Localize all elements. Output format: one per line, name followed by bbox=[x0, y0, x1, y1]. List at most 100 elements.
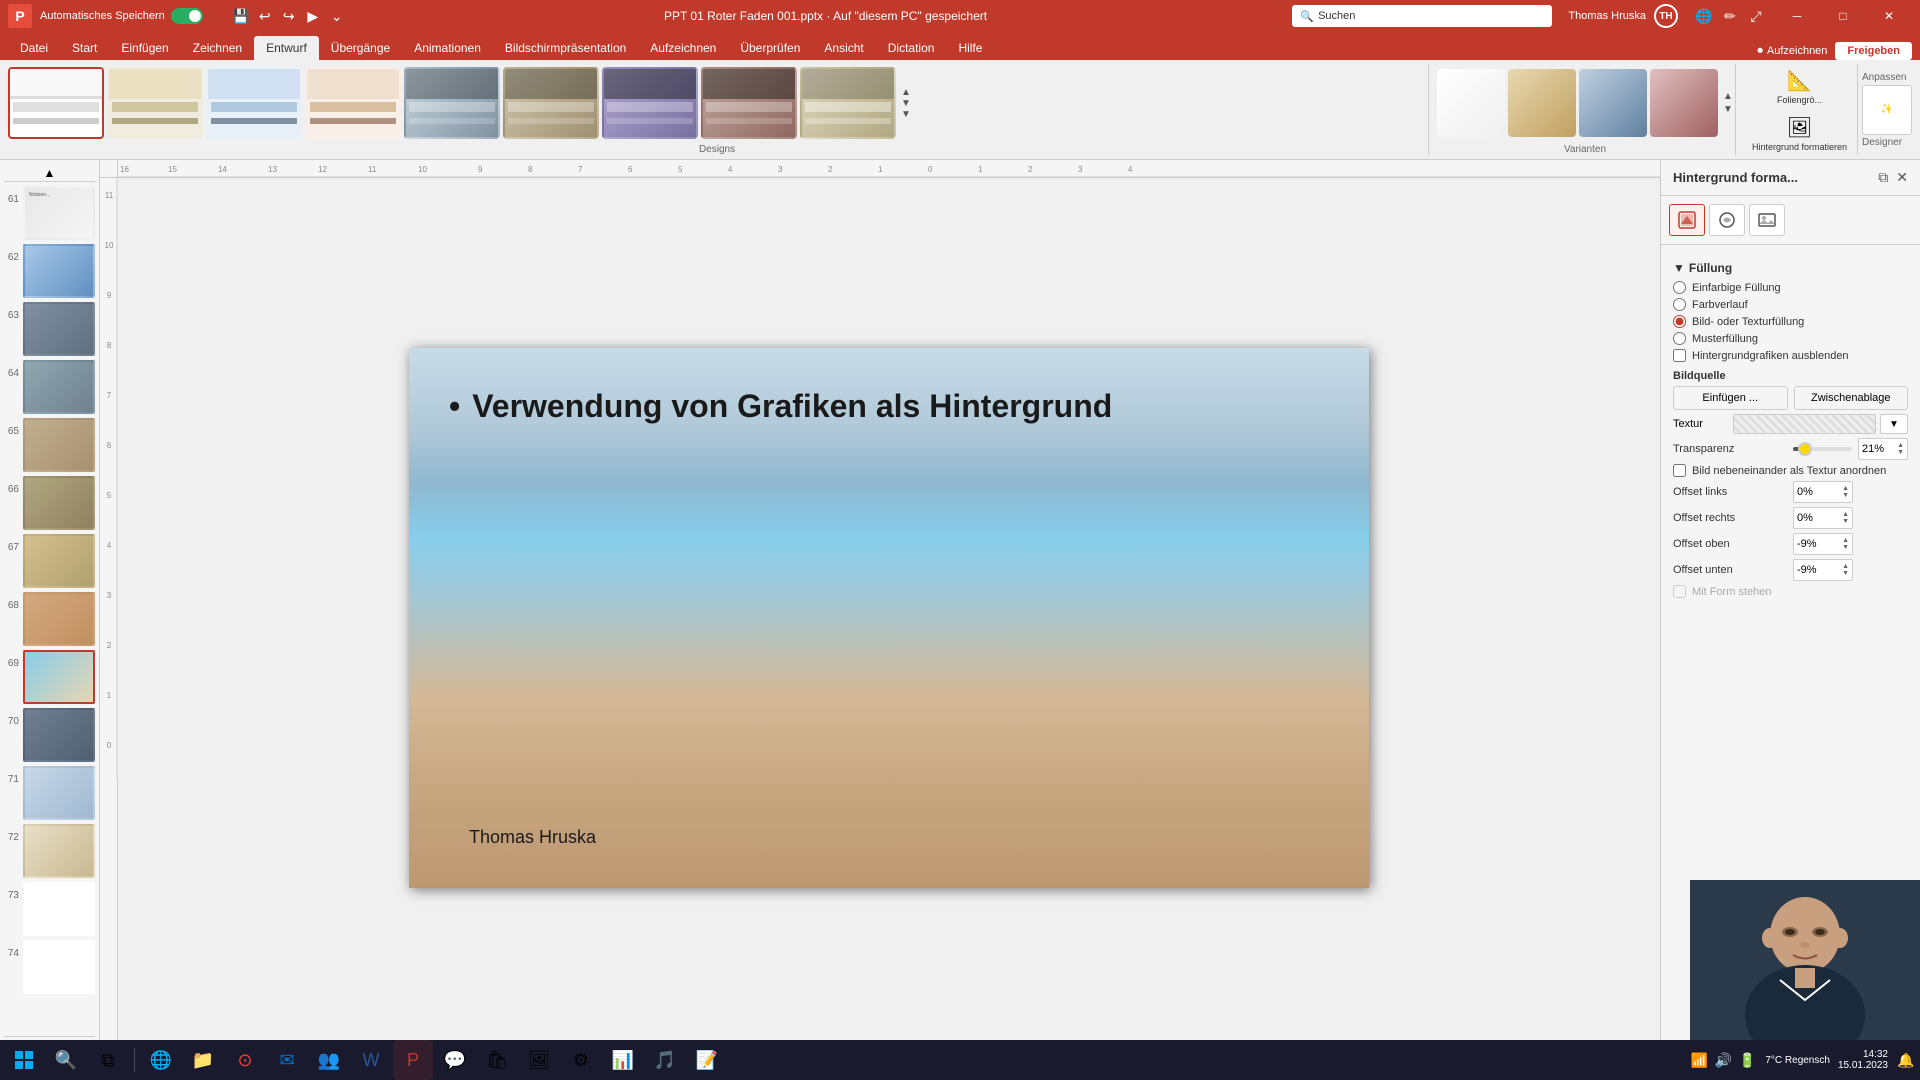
task-view-button[interactable]: ⧉ bbox=[88, 1040, 128, 1080]
fill-radio-einfarbig[interactable] bbox=[1673, 281, 1686, 294]
mit-form-row[interactable]: Mit Form stehen bbox=[1673, 585, 1908, 598]
bild-nebeneinander-check[interactable] bbox=[1673, 464, 1686, 477]
offset-rechts-value[interactable]: 0% ▲ ▼ bbox=[1793, 507, 1853, 529]
file-explorer-icon[interactable]: 📁 bbox=[183, 1040, 223, 1080]
variant-3[interactable] bbox=[1650, 69, 1718, 137]
slide-73[interactable]: 73 bbox=[4, 882, 95, 936]
store-icon[interactable]: 🛍 bbox=[477, 1040, 517, 1080]
slide-63[interactable]: 63 bbox=[4, 302, 95, 356]
tab-start[interactable]: Start bbox=[60, 36, 109, 60]
tab-ueberpruefen[interactable]: Überprüfen bbox=[728, 36, 812, 60]
picture-tab[interactable] bbox=[1749, 204, 1785, 236]
transparenz-up[interactable]: ▲ bbox=[1897, 442, 1904, 449]
outlook-icon[interactable]: ✉ bbox=[267, 1040, 307, 1080]
minimize-button[interactable]: ─ bbox=[1774, 0, 1820, 32]
slide-64[interactable]: 64 bbox=[4, 360, 95, 414]
edge-icon[interactable]: 🌐 bbox=[141, 1040, 181, 1080]
variant-2[interactable] bbox=[1579, 69, 1647, 137]
theme-8[interactable] bbox=[800, 67, 896, 139]
variant-1[interactable] bbox=[1508, 69, 1576, 137]
pen-icon[interactable]: ✏ bbox=[1720, 6, 1740, 26]
fill-option-farbverlauf[interactable]: Farbverlauf bbox=[1673, 298, 1908, 311]
close-button[interactable]: ✕ bbox=[1866, 0, 1912, 32]
slide-size-button[interactable]: 📐 Foliengrö... bbox=[1744, 64, 1855, 109]
theme-4[interactable] bbox=[404, 67, 500, 139]
fill-option-bild[interactable]: Bild- oder Texturfüllung bbox=[1673, 315, 1908, 328]
transparenz-value[interactable]: 21% ▲ ▼ bbox=[1858, 438, 1908, 460]
zwischenablage-button[interactable]: Zwischenablage bbox=[1794, 386, 1909, 410]
app2-icon[interactable]: 📊 bbox=[603, 1040, 643, 1080]
designer-button[interactable]: ✨ bbox=[1862, 85, 1912, 135]
slide-71[interactable]: 71 bbox=[4, 766, 95, 820]
tab-hilfe[interactable]: Hilfe bbox=[946, 36, 994, 60]
autosave-toggle[interactable] bbox=[171, 8, 203, 24]
slide-74[interactable]: 74 bbox=[4, 940, 95, 994]
theme-7[interactable] bbox=[701, 67, 797, 139]
transparenz-arrows[interactable]: ▲ ▼ bbox=[1897, 442, 1904, 456]
slide-canvas[interactable]: • Verwendung von Grafiken als Hintergrun… bbox=[409, 348, 1369, 888]
app4-icon[interactable]: 📝 bbox=[687, 1040, 727, 1080]
theme-5[interactable] bbox=[503, 67, 599, 139]
einfuegen-button[interactable]: Einfügen ... bbox=[1673, 386, 1788, 410]
powerpoint-icon[interactable]: P bbox=[393, 1040, 433, 1080]
expand-icon[interactable]: ⤢ bbox=[1746, 6, 1766, 26]
fill-radio-bild[interactable] bbox=[1673, 315, 1686, 328]
transparenz-down[interactable]: ▼ bbox=[1897, 449, 1904, 456]
tab-einfuegen[interactable]: Einfügen bbox=[109, 36, 180, 60]
scroll-more-icon[interactable]: ▼ bbox=[901, 109, 911, 120]
start-button[interactable] bbox=[4, 1040, 44, 1080]
scroll-up-icon[interactable]: ▲ bbox=[901, 87, 911, 98]
tab-uebergaenge[interactable]: Übergänge bbox=[319, 36, 402, 60]
share-network-icon[interactable]: 🌐 bbox=[1694, 6, 1714, 26]
fill-radio-farbverlauf[interactable] bbox=[1673, 298, 1686, 311]
tab-aufzeichnen[interactable]: Aufzeichnen bbox=[638, 36, 728, 60]
bg-format-button[interactable]: 🖼 Hintergrund formatieren bbox=[1744, 111, 1855, 156]
slide-66[interactable]: 66 bbox=[4, 476, 95, 530]
fill-option-muster[interactable]: Musterfüllung bbox=[1673, 332, 1908, 345]
slide-67[interactable]: 67 bbox=[4, 534, 95, 588]
slide-72[interactable]: 72 bbox=[4, 824, 95, 878]
slide-68[interactable]: 68 bbox=[4, 592, 95, 646]
tab-bildschirmpr[interactable]: Bildschirmpräsentation bbox=[493, 36, 638, 60]
variant-0[interactable] bbox=[1437, 69, 1505, 137]
tab-animationen[interactable]: Animationen bbox=[402, 36, 493, 60]
tab-ansicht[interactable]: Ansicht bbox=[812, 36, 875, 60]
transparenz-slider[interactable] bbox=[1793, 447, 1852, 451]
tray-network[interactable]: 📶 bbox=[1689, 1050, 1709, 1070]
word-icon[interactable]: W bbox=[351, 1040, 391, 1080]
photos-icon[interactable]: 🖼 bbox=[519, 1040, 559, 1080]
slide-61[interactable]: 61 Notizen... bbox=[4, 186, 95, 240]
undo-icon[interactable]: ↩ bbox=[255, 6, 275, 26]
share-button[interactable]: Freigeben bbox=[1835, 42, 1912, 60]
panel-close-icon[interactable]: ✕ bbox=[1896, 169, 1908, 186]
slide-panel-scroll-up[interactable]: ▲ bbox=[4, 164, 95, 182]
fill-option-ausblenden[interactable]: Hintergrundgrafiken ausblenden bbox=[1673, 349, 1908, 362]
textur-button[interactable]: ▼ bbox=[1880, 414, 1908, 434]
record-button[interactable]: ⏺ Aufzeichnen bbox=[1757, 45, 1827, 58]
theme-6[interactable] bbox=[602, 67, 698, 139]
theme-1[interactable] bbox=[107, 67, 203, 139]
slide-62[interactable]: 62 bbox=[4, 244, 95, 298]
redo-icon[interactable]: ↪ bbox=[279, 6, 299, 26]
present-icon[interactable]: ▶ bbox=[303, 6, 323, 26]
more-icon[interactable]: ⌄ bbox=[327, 6, 347, 26]
bild-nebeneinander-row[interactable]: Bild nebeneinander als Textur anordnen bbox=[1673, 464, 1908, 477]
tab-dictation[interactable]: Dictation bbox=[876, 36, 947, 60]
weather-widget[interactable]: 7°C Regensch bbox=[1765, 1055, 1830, 1066]
offset-oben-value[interactable]: -9% ▲ ▼ bbox=[1793, 533, 1853, 555]
variant-scroll-down[interactable]: ▼ bbox=[1723, 104, 1733, 115]
tab-entwurf[interactable]: Entwurf bbox=[254, 36, 319, 60]
user-avatar[interactable]: TH bbox=[1654, 4, 1678, 28]
save-icon[interactable]: 💾 bbox=[231, 6, 251, 26]
theme-0[interactable] bbox=[8, 67, 104, 139]
tray-battery[interactable]: 🔋 bbox=[1737, 1050, 1757, 1070]
slide-bullet-text[interactable]: • Verwendung von Grafiken als Hintergrun… bbox=[449, 388, 1112, 425]
offset-links-value[interactable]: 0% ▲ ▼ bbox=[1793, 481, 1853, 503]
canvas-area[interactable]: • Verwendung von Grafiken als Hintergrun… bbox=[118, 178, 1660, 1058]
tab-datei[interactable]: Datei bbox=[8, 36, 60, 60]
theme-2[interactable] bbox=[206, 67, 302, 139]
scroll-down-icon[interactable]: ▼ bbox=[901, 98, 911, 109]
skype-icon[interactable]: 💬 bbox=[435, 1040, 475, 1080]
settings-icon[interactable]: ⚙ bbox=[561, 1040, 601, 1080]
fill-tab[interactable] bbox=[1669, 204, 1705, 236]
